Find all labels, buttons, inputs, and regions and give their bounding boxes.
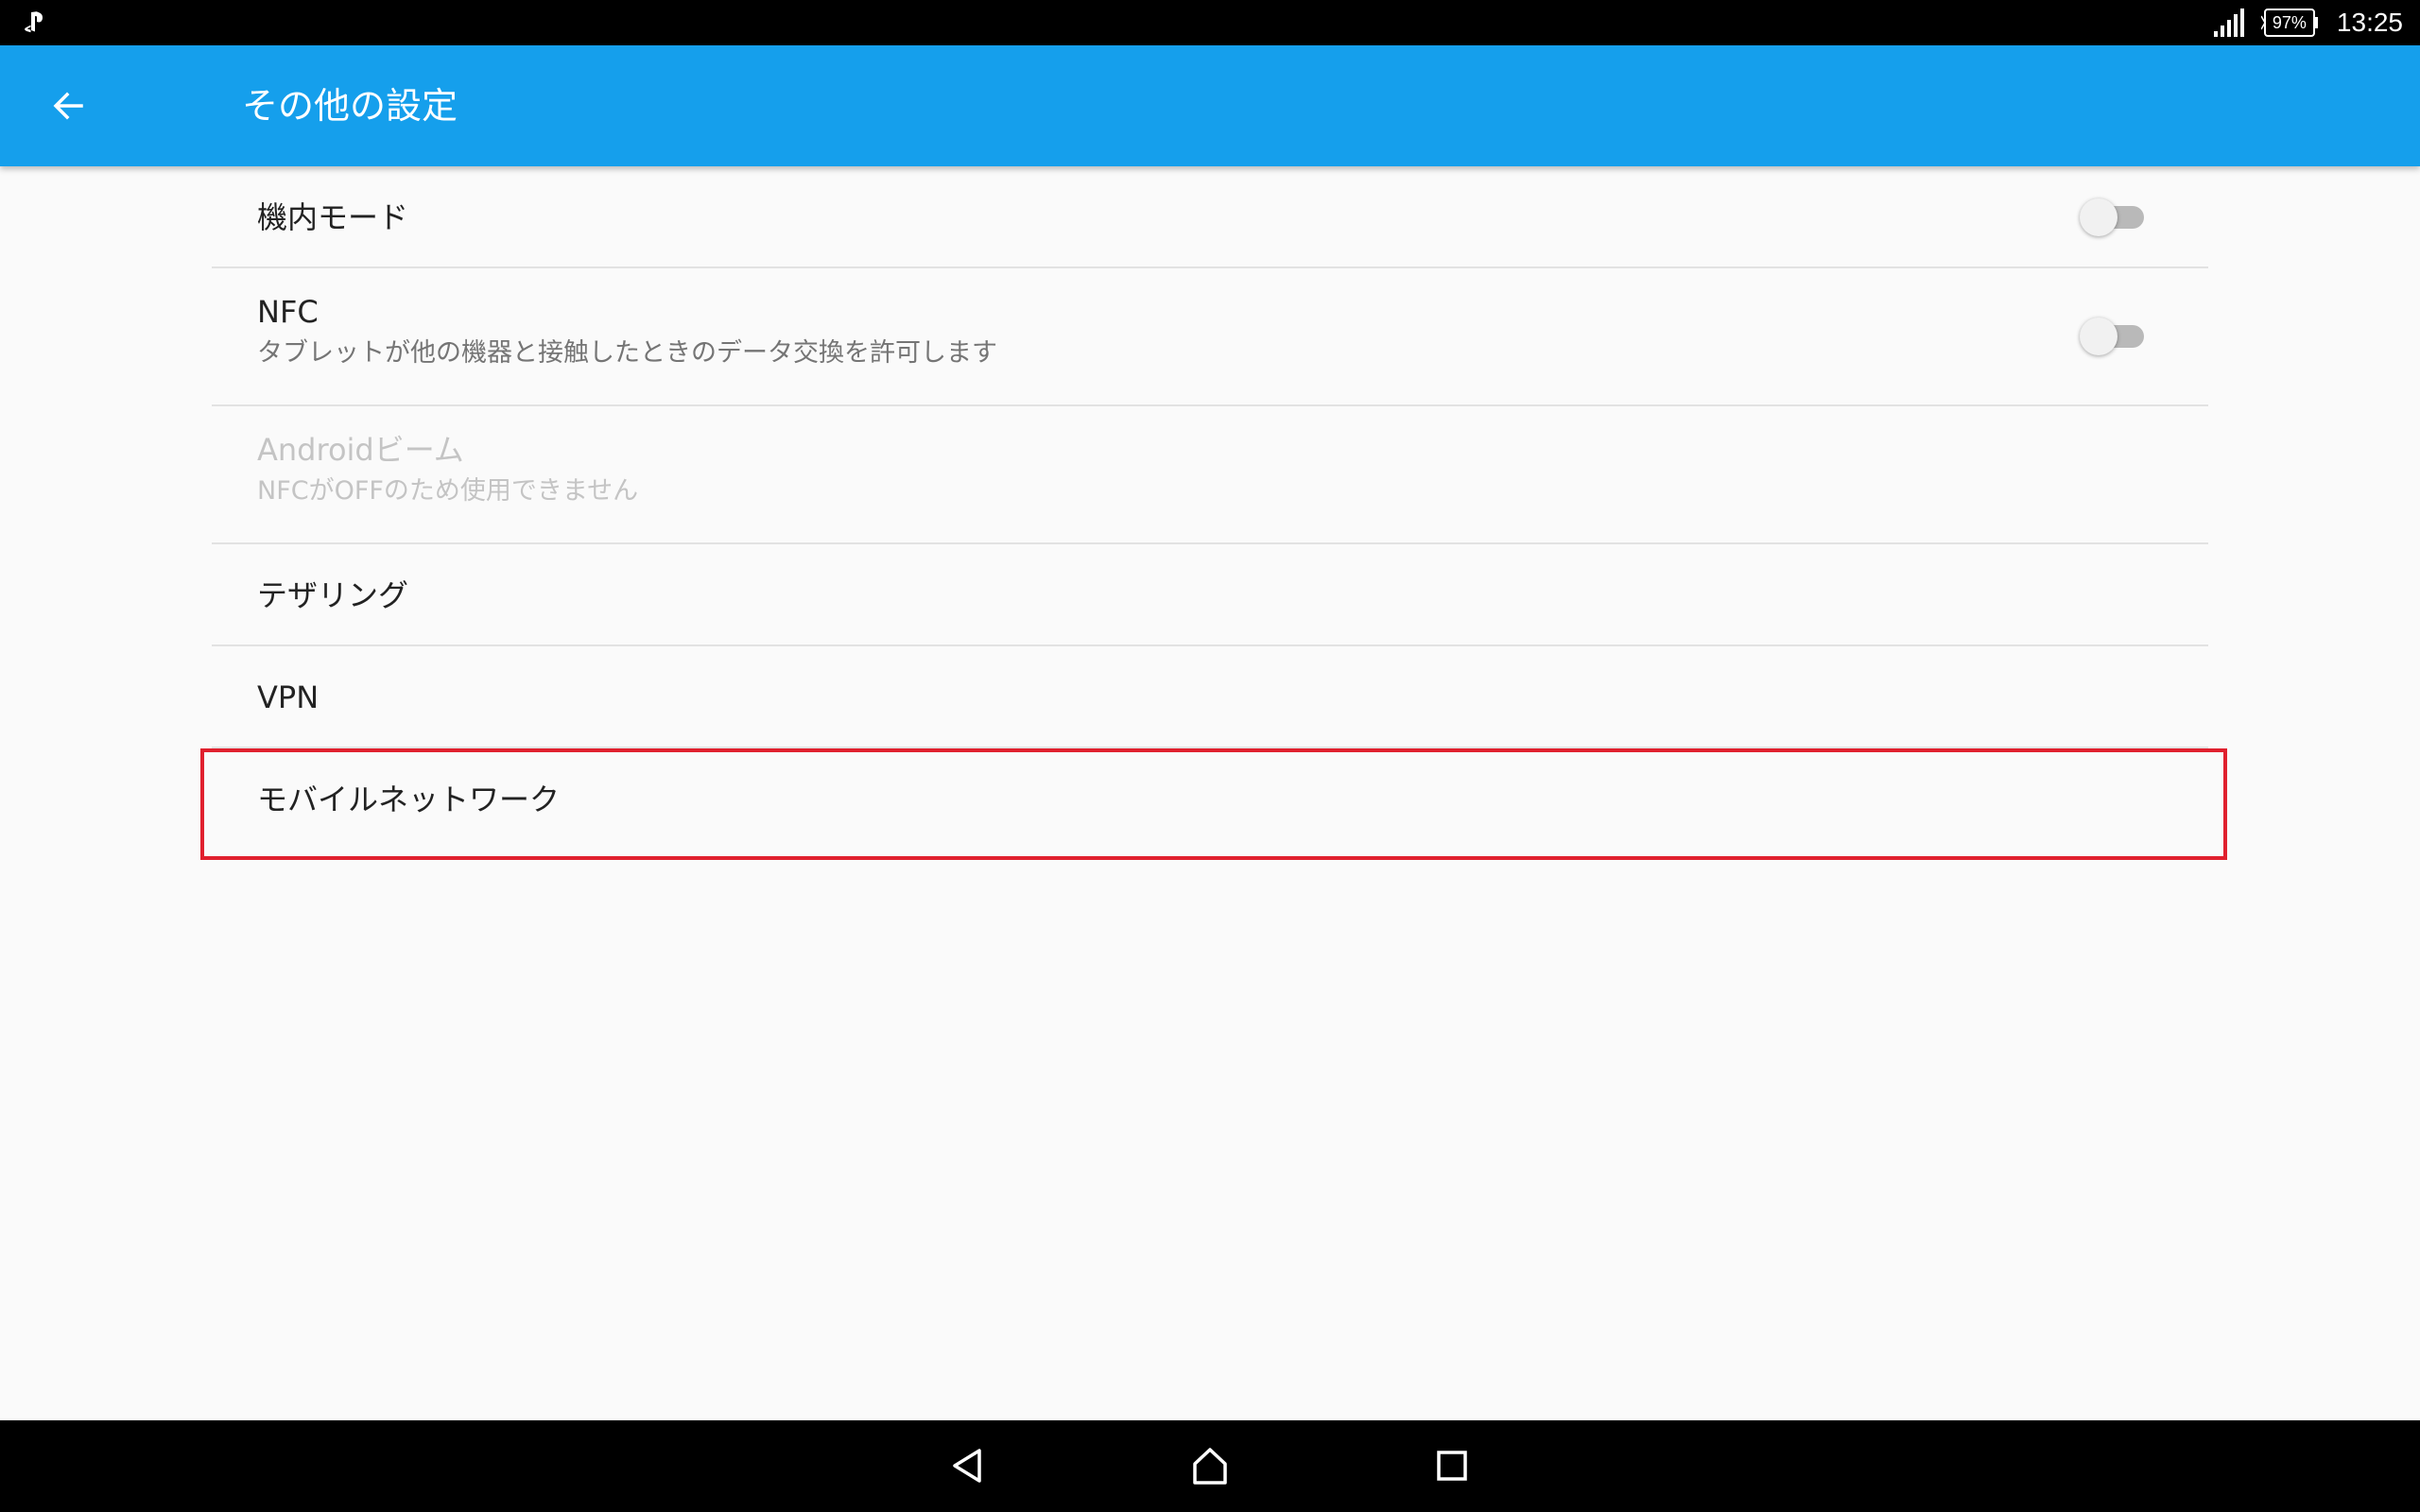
status-right: 97% 13:25 xyxy=(2212,0,2403,45)
setting-nfc[interactable]: NFC タブレットが他の機器と接触したときのデータ交換を許可します xyxy=(212,268,2208,406)
setting-airplane-mode[interactable]: 機内モード xyxy=(212,166,2208,268)
status-bar: 97% 13:25 xyxy=(0,0,2420,45)
nfc-toggle[interactable] xyxy=(2080,316,2148,355)
toggle-thumb xyxy=(2080,198,2118,236)
setting-title: VPN xyxy=(257,679,320,715)
setting-title: 機内モード xyxy=(257,199,409,235)
page-title: その他の設定 xyxy=(242,85,458,127)
airplane-mode-toggle[interactable] xyxy=(2080,197,2148,236)
signal-icon xyxy=(2213,9,2244,37)
battery-percent: 97% xyxy=(2272,13,2307,32)
home-icon xyxy=(1193,1448,1227,1485)
back-triangle-icon xyxy=(953,1449,981,1483)
toggle-thumb xyxy=(2080,318,2118,355)
battery-icon: 97% xyxy=(2260,9,2320,37)
setting-tethering[interactable]: テザリング xyxy=(212,544,2208,646)
app-bar: その他の設定 xyxy=(0,45,2420,166)
nav-home-button[interactable] xyxy=(1182,1441,1238,1490)
nav-recents-button[interactable] xyxy=(1424,1441,1480,1490)
highlight-box xyxy=(200,748,2227,860)
setting-title: NFC xyxy=(257,294,319,330)
setting-subtitle: NFCがOFFのため使用できません xyxy=(257,476,639,506)
setting-android-beam: Androidビーム NFCがOFFのため使用できません xyxy=(212,406,2208,544)
playstation-icon xyxy=(25,11,43,33)
nav-back-button[interactable] xyxy=(940,1441,996,1490)
nav-bar xyxy=(0,1420,2420,1512)
setting-title: Androidビーム xyxy=(257,432,464,468)
recents-square-icon xyxy=(1437,1451,1467,1481)
clock: 13:25 xyxy=(2336,8,2403,37)
back-button[interactable] xyxy=(34,79,102,132)
setting-subtitle: タブレットが他の機器と接触したときのデータ交換を許可します xyxy=(257,338,997,368)
arrow-left-icon xyxy=(53,92,83,120)
setting-vpn[interactable]: VPN xyxy=(212,646,2208,748)
setting-title: テザリング xyxy=(257,577,409,613)
